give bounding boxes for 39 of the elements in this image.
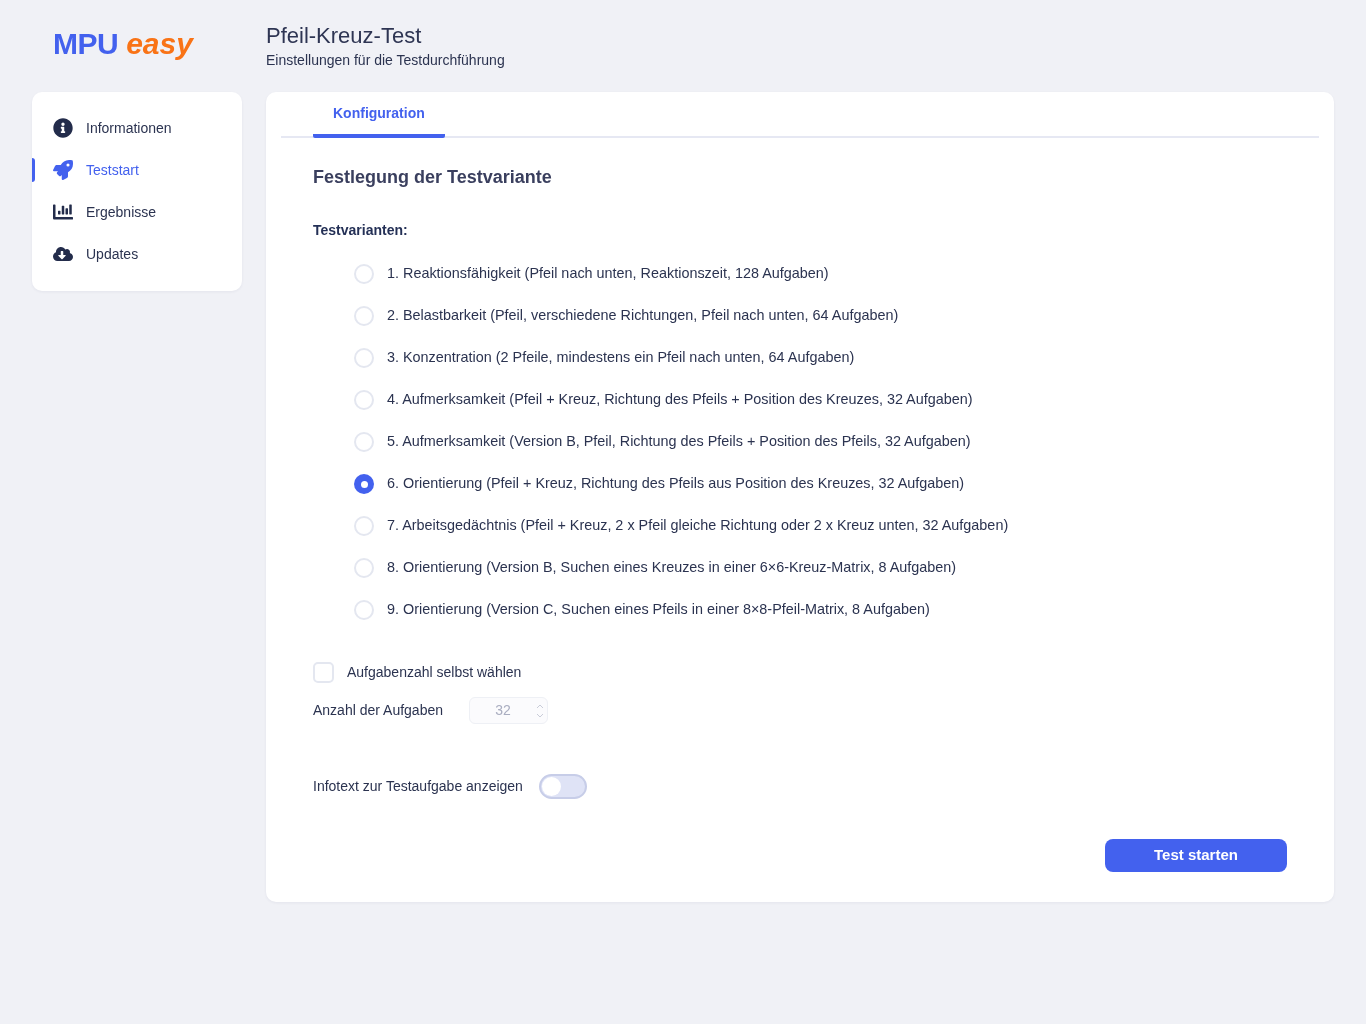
- rocket-icon: [53, 160, 73, 180]
- bar-chart-icon: [53, 202, 73, 222]
- checkbox[interactable]: [313, 662, 334, 683]
- radio-button[interactable]: [354, 390, 374, 410]
- radio-label: 4. Aufmerksamkeit (Pfeil + Kreuz, Richtung des Pfeils + Position des Kreuzes, 32 Aufgaben): [387, 390, 973, 410]
- sidebar-item[interactable]: Informationen: [32, 107, 242, 149]
- sidebar-item[interactable]: Teststart: [32, 149, 242, 191]
- sidebar-item[interactable]: Ergebnisse: [32, 191, 242, 233]
- radio-button[interactable]: [354, 432, 374, 452]
- radio-label: 2. Belastbarkeit (Pfeil, verschiedene Richtungen, Pfeil nach unten, 64 Aufgaben): [387, 306, 899, 326]
- radio-label: 8. Orientierung (Version B, Suchen eines Kreuzes in einer 6×6-Kreuz-Matrix, 8 Aufgaben): [387, 558, 957, 578]
- radio-button[interactable]: [354, 348, 374, 368]
- page-subtitle: Einstellungen für die Testdurchführung: [266, 51, 505, 69]
- toggle-label: Infotext zur Testaufgabe anzeigen: [313, 776, 523, 796]
- section-title: Festlegung der Testvariante: [313, 166, 553, 189]
- sidebar-item[interactable]: Updates: [32, 233, 242, 275]
- radio-button[interactable]: [354, 264, 374, 284]
- radio-button[interactable]: [354, 474, 374, 494]
- toggle-switch[interactable]: [538, 773, 587, 799]
- radio-label: 9. Orientierung (Version C, Suchen eines Pfeils in einer 8×8-Pfeil-Matrix, 8 Aufgaben): [387, 600, 930, 620]
- radio-button[interactable]: [354, 516, 374, 536]
- tab[interactable]: Konfiguration: [313, 92, 445, 138]
- checkbox-label: Aufgabenzahl selbst wählen: [347, 663, 522, 682]
- radio-button[interactable]: [354, 306, 374, 326]
- radio-label: 5. Aufmerksamkeit (Version B, Pfeil, Richtung des Pfeils + Position des Pfeils, 32 Aufgaben): [387, 432, 971, 452]
- radio-label: 3. Konzentration (2 Pfeile, mindestens ein Pfeil nach unten, 64 Aufgaben): [387, 348, 855, 368]
- start-test-button[interactable]: Test starten: [1105, 839, 1287, 872]
- radio-button[interactable]: [354, 558, 374, 578]
- cloud-download-icon: [53, 244, 73, 264]
- page-title: Pfeil-Kreuz-Test: [266, 22, 423, 50]
- info-icon: [53, 118, 73, 138]
- radio-button[interactable]: [354, 600, 374, 620]
- radio-label: 7. Arbeitsgedächtnis (Pfeil + Kreuz, 2 x Pfeil gleiche Richtung oder 2 x Kreuz unten, 32 Aufgaben): [387, 516, 1009, 536]
- field-label: Anzahl der Aufgaben: [313, 701, 444, 720]
- radio-label: 6. Orientierung (Pfeil + Kreuz, Richtung des Pfeils aus Position des Kreuzes, 32 Aufgaben): [387, 474, 965, 494]
- logo-text: easy: [126, 26, 193, 62]
- logo-text: MPU: [53, 26, 119, 62]
- variants-label: Testvarianten:: [313, 221, 409, 240]
- radio-label: 1. Reaktionsfähigkeit (Pfeil nach unten, Reaktionszeit, 128 Aufgaben): [387, 264, 829, 284]
